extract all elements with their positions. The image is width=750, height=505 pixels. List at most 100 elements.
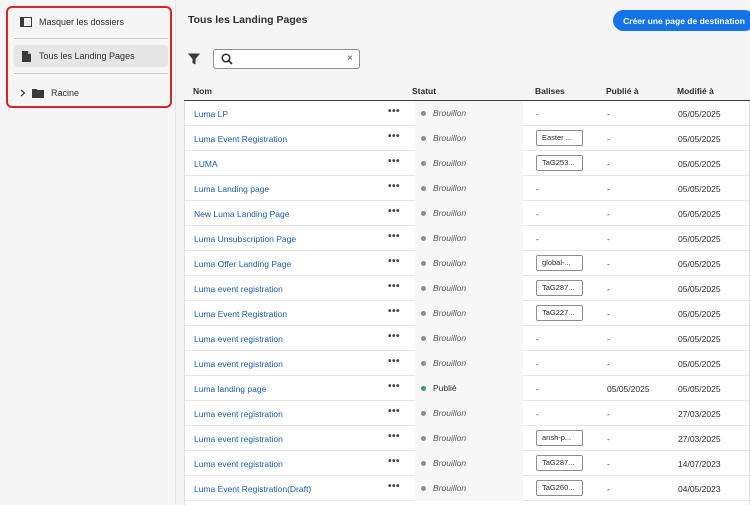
status-dot-icon — [421, 136, 426, 141]
column-header-name[interactable]: Nom — [193, 86, 212, 96]
table-row[interactable]: Luma event registration ••• Brouillon TaG28… — [185, 451, 749, 476]
tag-chip[interactable]: ansh-p... — [536, 430, 583, 446]
landing-page-link[interactable]: Luma Event Registration — [194, 309, 287, 319]
modified-date: 04/05/2023 — [678, 484, 721, 494]
modified-date: 05/05/2025 — [678, 184, 721, 194]
table-row[interactable]: Luma LP ••• Brouillon - - 05/05/2025 — [185, 101, 749, 126]
tag-empty: - — [536, 409, 539, 419]
more-actions-icon[interactable]: ••• — [388, 156, 400, 167]
create-landing-page-button[interactable]: Créer une page de destination — [613, 10, 750, 31]
published-date: - — [607, 334, 610, 344]
tag-chip[interactable]: Easter ... — [536, 130, 583, 146]
status-dot-icon — [421, 311, 426, 316]
more-actions-icon[interactable]: ••• — [388, 456, 400, 467]
clear-icon[interactable]: × — [347, 53, 353, 64]
landing-page-link[interactable]: New Luma Landing Page — [194, 209, 289, 219]
status-dot-icon — [421, 336, 426, 341]
landing-page-link[interactable]: Luma event registration — [194, 434, 283, 444]
status-cell: Brouillon — [415, 201, 523, 226]
landing-page-link[interactable]: Luma Event Registration — [194, 134, 287, 144]
hide-folders-button[interactable]: Masquer les dossiers — [14, 12, 168, 32]
tag-empty: - — [536, 384, 539, 394]
landing-pages-table: Luma LP ••• Brouillon - - 05/05/2025 Luma Even… — [184, 101, 750, 505]
column-header-published[interactable]: Publié à — [606, 86, 639, 96]
modified-date: 14/07/2023 — [678, 459, 721, 469]
landing-page-link[interactable]: Luma event registration — [194, 359, 283, 369]
column-header-tags[interactable]: Balises — [535, 86, 565, 96]
more-actions-icon[interactable]: ••• — [388, 106, 400, 117]
landing-page-link[interactable]: Luma Offer Landing Page — [194, 259, 291, 269]
more-actions-icon[interactable]: ••• — [388, 231, 400, 242]
published-date: - — [607, 134, 610, 144]
status-cell: Brouillon — [415, 351, 523, 376]
status-dot-icon — [421, 161, 426, 166]
more-actions-icon[interactable]: ••• — [388, 306, 400, 317]
published-date: - — [607, 409, 610, 419]
table-row[interactable]: Luma Unsubscription Page ••• Brouillon - - 05… — [185, 226, 749, 251]
status-label: Brouillon — [433, 358, 467, 368]
table-row[interactable]: Luma Event Registration ••• Brouillon TaG22… — [185, 301, 749, 326]
more-actions-icon[interactable]: ••• — [388, 381, 400, 392]
table-row[interactable]: Luma event registration ••• Brouillon TaG28… — [185, 276, 749, 301]
table-row[interactable]: Luma Event Registration(Draft) ••• Brouill… — [185, 476, 749, 501]
more-actions-icon[interactable]: ••• — [388, 206, 400, 217]
modified-date: 05/05/2025 — [678, 359, 721, 369]
tag-chip[interactable]: TaG253... — [536, 155, 583, 171]
status-cell: Brouillon — [415, 176, 523, 201]
more-actions-icon[interactable]: ••• — [388, 406, 400, 417]
modified-date: 05/05/2025 — [678, 309, 721, 319]
more-actions-icon[interactable]: ••• — [388, 331, 400, 342]
sidebar-item-all-pages[interactable]: Tous les Landing Pages — [14, 45, 168, 67]
status-label: Brouillon — [433, 133, 467, 143]
modified-date: 05/05/2025 — [678, 384, 721, 394]
status-cell: Brouillon — [415, 326, 523, 351]
landing-page-link[interactable]: Luma Landing page — [194, 184, 269, 194]
tag-chip[interactable]: TaG260... — [536, 480, 583, 496]
tag-chip[interactable]: TaG287... — [536, 455, 583, 471]
chevron-right-icon[interactable] — [19, 87, 27, 99]
table-row[interactable]: Luma event registration ••• Brouillon - - 27/… — [185, 401, 749, 426]
published-date: - — [607, 184, 610, 194]
filter-icon[interactable] — [188, 53, 200, 65]
table-row[interactable]: New Luma Landing Page ••• Brouillon - - 05/05… — [185, 201, 749, 226]
more-actions-icon[interactable]: ••• — [388, 356, 400, 367]
folder-icon — [31, 87, 45, 99]
table-row[interactable]: Luma Offer Landing Page ••• Brouillon globa… — [185, 251, 749, 276]
table-row[interactable]: LUMA ••• Brouillon TaG253... - 05/05/2025 — [185, 151, 749, 176]
column-header-status[interactable]: Statut — [412, 86, 436, 96]
tag-chip[interactable]: global-... — [536, 255, 583, 271]
more-actions-icon[interactable]: ••• — [388, 481, 400, 492]
table-row[interactable]: Luma event registration ••• Brouillon - - 05/… — [185, 351, 749, 376]
landing-page-link[interactable]: Luma landing page — [194, 384, 266, 394]
search-field[interactable]: × — [213, 49, 360, 69]
more-actions-icon[interactable]: ••• — [388, 181, 400, 192]
tag-empty: - — [536, 209, 539, 219]
more-actions-icon[interactable]: ••• — [388, 131, 400, 142]
table-row[interactable]: Luma event registration ••• Brouillon ansh-… — [185, 426, 749, 451]
sidebar-item-root[interactable]: Racine — [14, 83, 168, 103]
landing-page-link[interactable]: Luma event registration — [194, 459, 283, 469]
landing-page-link[interactable]: Luma LP — [194, 109, 228, 119]
status-dot-icon — [421, 436, 426, 441]
table-row[interactable]: Luma Event Registration ••• Brouillon Easte… — [185, 126, 749, 151]
landing-page-link[interactable]: Luma Unsubscription Page — [194, 234, 296, 244]
table-row[interactable]: Luma event registration ••• Brouillon - - 05/… — [185, 326, 749, 351]
landing-page-link[interactable]: Luma event registration — [194, 409, 283, 419]
table-row[interactable]: Luma Landing page ••• Brouillon - - 05/05/202… — [185, 176, 749, 201]
modified-date: 05/05/2025 — [678, 284, 721, 294]
status-dot-icon — [421, 211, 426, 216]
published-date: - — [607, 459, 610, 469]
landing-page-link[interactable]: LUMA — [194, 159, 218, 169]
column-header-modified[interactable]: Modifié à — [677, 86, 714, 96]
landing-page-link[interactable]: Luma event registration — [194, 284, 283, 294]
tag-chip[interactable]: TaG287... — [536, 280, 583, 296]
more-actions-icon[interactable]: ••• — [388, 256, 400, 267]
landing-page-link[interactable]: Luma Event Registration(Draft) — [194, 484, 311, 494]
tag-chip[interactable]: TaG227... — [536, 305, 583, 321]
more-actions-icon[interactable]: ••• — [388, 431, 400, 442]
landing-page-link[interactable]: Luma event registration — [194, 334, 283, 344]
divider — [14, 38, 168, 39]
table-row[interactable]: Luma landing page ••• Publié - 05/05/2025 05/… — [185, 376, 749, 401]
more-actions-icon[interactable]: ••• — [388, 281, 400, 292]
status-label: Brouillon — [433, 208, 467, 218]
